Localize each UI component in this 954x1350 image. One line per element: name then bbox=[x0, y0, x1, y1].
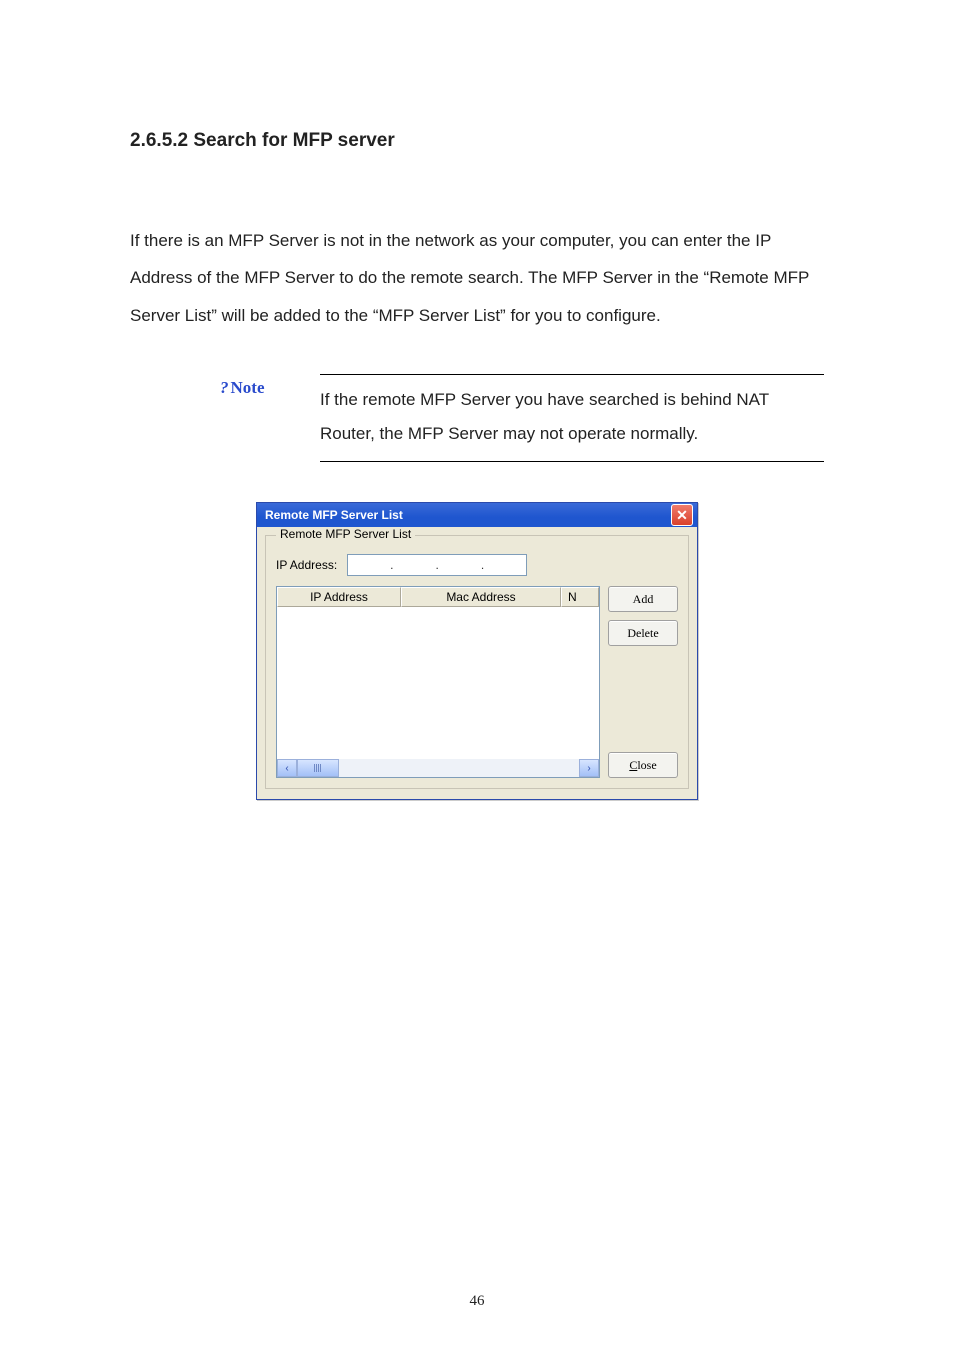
section-paragraph: If there is an MFP Server is not in the … bbox=[130, 222, 824, 334]
delete-button[interactable]: Delete bbox=[608, 620, 678, 646]
page-number: 46 bbox=[0, 1293, 954, 1310]
window-title: Remote MFP Server List bbox=[265, 508, 403, 522]
close-button-mnemonic: C bbox=[629, 758, 637, 773]
note-block: ?Note If the remote MFP Server you have … bbox=[220, 374, 824, 462]
horizontal-scrollbar[interactable]: ‹ › bbox=[277, 759, 599, 777]
column-header-ip[interactable]: IP Address bbox=[277, 587, 401, 607]
scroll-thumb[interactable] bbox=[297, 759, 339, 777]
close-icon[interactable]: ✕ bbox=[671, 504, 693, 526]
ip-octet-1[interactable] bbox=[350, 555, 388, 575]
column-header-n[interactable]: N bbox=[561, 587, 599, 607]
scroll-track[interactable] bbox=[339, 759, 579, 777]
ip-octet-3[interactable] bbox=[441, 555, 479, 575]
listview-body[interactable] bbox=[277, 607, 599, 759]
ip-dot-2: . bbox=[434, 558, 441, 572]
note-rule-top bbox=[320, 374, 824, 375]
ip-octet-2[interactable] bbox=[396, 555, 434, 575]
note-body: If the remote MFP Server you have search… bbox=[320, 383, 824, 451]
close-button-rest: lose bbox=[637, 758, 656, 773]
groupbox-label: Remote MFP Server List bbox=[276, 527, 415, 541]
ip-octet-4[interactable] bbox=[486, 555, 524, 575]
note-rule-bottom bbox=[320, 461, 824, 462]
ip-dot-1: . bbox=[388, 558, 395, 572]
scroll-left-icon[interactable]: ‹ bbox=[277, 759, 297, 777]
ip-address-label: IP Address: bbox=[276, 558, 337, 572]
column-header-mac[interactable]: Mac Address bbox=[401, 587, 561, 607]
listview-header-row: IP Address Mac Address N bbox=[277, 587, 599, 607]
pencil-icon: ? bbox=[220, 378, 229, 397]
note-label-text: Note bbox=[231, 378, 265, 397]
remote-list-groupbox: Remote MFP Server List IP Address: . . .… bbox=[265, 535, 689, 789]
ip-dot-3: . bbox=[479, 558, 486, 572]
server-listview[interactable]: IP Address Mac Address N ‹ › bbox=[276, 586, 600, 778]
close-button[interactable]: Close bbox=[608, 752, 678, 778]
scroll-right-icon[interactable]: › bbox=[579, 759, 599, 777]
remote-mfp-dialog: Remote MFP Server List ✕ Remote MFP Serv… bbox=[256, 502, 698, 800]
add-button[interactable]: Add bbox=[608, 586, 678, 612]
ip-address-field[interactable]: . . . bbox=[347, 554, 527, 576]
titlebar[interactable]: Remote MFP Server List ✕ bbox=[257, 503, 697, 527]
note-label: ?Note bbox=[220, 374, 310, 398]
section-heading: 2.6.5.2 Search for MFP server bbox=[130, 130, 824, 152]
